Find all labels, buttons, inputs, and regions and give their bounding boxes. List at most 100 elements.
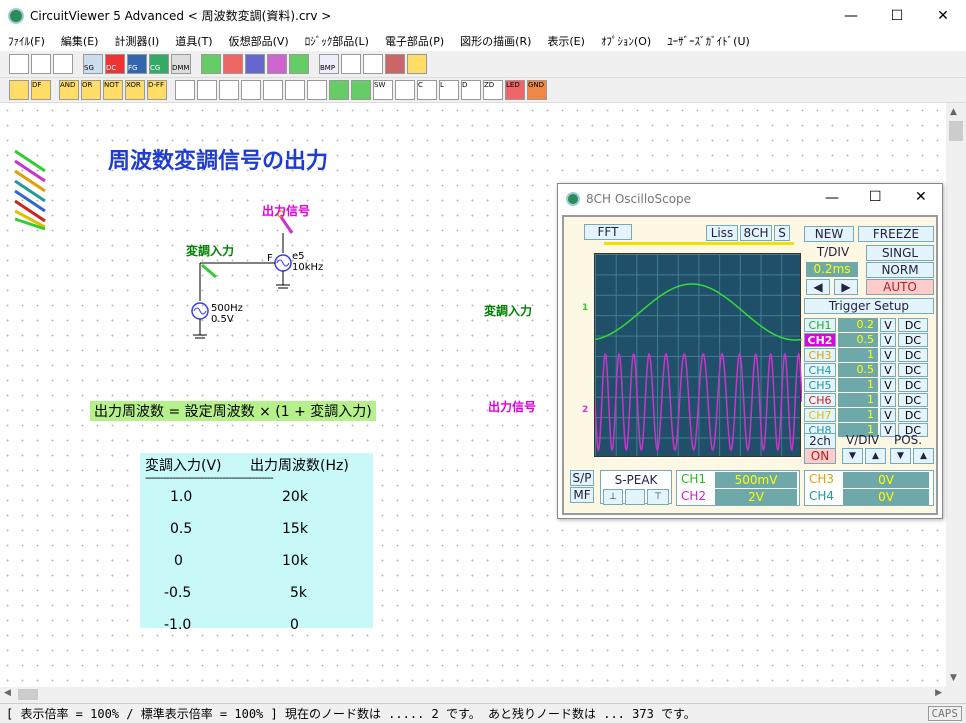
vertical-scroll-thumb[interactable]	[949, 121, 963, 141]
mf-button[interactable]: MF	[570, 487, 594, 503]
channel-coupling-button[interactable]: DC	[898, 363, 928, 377]
transistor-npn-icon[interactable]	[197, 80, 217, 100]
help-icon[interactable]	[385, 54, 405, 74]
menu-logic-parts[interactable]: ﾛｼﾞｯｸ部品(L)	[297, 33, 377, 49]
channel-v-button[interactable]: V	[880, 363, 896, 377]
capacitor-icon[interactable]: C	[417, 80, 437, 100]
transistor-pnp-icon[interactable]	[219, 80, 239, 100]
df-icon[interactable]: DF	[31, 80, 51, 100]
flipflop-icon[interactable]	[9, 80, 29, 100]
scope-minimize-button[interactable]: —	[825, 190, 839, 206]
fet-n-icon[interactable]	[241, 80, 261, 100]
liss-button[interactable]: Liss	[706, 225, 738, 241]
vdiv-down-button[interactable]: ▼	[842, 448, 863, 464]
fft-button[interactable]: FFT	[584, 224, 632, 240]
sp-button[interactable]: S/P	[570, 470, 594, 486]
menu-virtual-parts[interactable]: 仮想部品(V)	[221, 33, 297, 49]
channel-coupling-button[interactable]: DC	[898, 348, 928, 362]
diode-icon[interactable]: D	[461, 80, 481, 100]
vertical-scrollbar[interactable]: ▲ ▼	[946, 103, 966, 687]
bmp-icon[interactable]: BMP	[319, 54, 339, 74]
zener-icon[interactable]: ZD	[483, 80, 503, 100]
switch-icon[interactable]: SW	[373, 80, 393, 100]
norm-button[interactable]: NORM	[866, 262, 934, 278]
channel-v-button[interactable]: V	[880, 408, 896, 422]
fet-p-icon[interactable]	[263, 80, 283, 100]
on-button[interactable]: ON	[804, 448, 836, 464]
scroll-down-icon[interactable]: ▼	[950, 673, 957, 683]
tdiv-right-button[interactable]: ▶	[834, 279, 858, 295]
auto-button[interactable]: AUTO	[866, 279, 934, 295]
and-gate-icon[interactable]: AND	[59, 80, 79, 100]
menu-users-guide[interactable]: ﾕｰｻﾞｰｽﾞｶﾞｲﾄﾞ(U)	[659, 33, 758, 49]
resistor-icon[interactable]	[395, 80, 415, 100]
dc-icon[interactable]: DC	[105, 54, 125, 74]
menu-edit[interactable]: 編集(E)	[53, 33, 107, 49]
time-position-slider[interactable]	[604, 242, 794, 245]
gnd-icon[interactable]: GND	[527, 80, 547, 100]
mosfet-icon[interactable]	[285, 80, 305, 100]
scope-close-button[interactable]: ✕	[915, 189, 927, 205]
probe-green-icon[interactable]	[289, 54, 309, 74]
dff-icon[interactable]: D-FF	[147, 80, 167, 100]
channel-coupling-button[interactable]: DC	[898, 378, 928, 392]
channel-v-button[interactable]: V	[880, 333, 896, 347]
trigger-setup-button[interactable]: Trigger Setup	[804, 298, 934, 314]
cg-icon[interactable]: CG	[149, 54, 169, 74]
channel-name-button[interactable]: CH7	[804, 408, 836, 422]
menu-instruments[interactable]: 計測器(I)	[106, 33, 167, 49]
print-icon[interactable]	[341, 54, 361, 74]
relay-icon[interactable]	[329, 80, 349, 100]
sg-icon[interactable]: SG	[83, 54, 103, 74]
channel-name-button[interactable]: CH6	[804, 393, 836, 407]
trigger-none-button[interactable]	[625, 489, 645, 505]
close-button[interactable]: ✕	[920, 0, 966, 31]
singl-button[interactable]: SINGL	[866, 245, 934, 261]
tools-icon[interactable]	[363, 54, 383, 74]
scroll-left-icon[interactable]: ◀	[4, 688, 11, 698]
freeze-button[interactable]: FREEZE	[858, 226, 934, 242]
probe-icon[interactable]	[201, 54, 221, 74]
led-icon[interactable]: LED	[505, 80, 525, 100]
probe-red-icon[interactable]	[223, 54, 243, 74]
probe-magenta-icon[interactable]	[267, 54, 287, 74]
pos-down-button[interactable]: ▼	[890, 448, 911, 464]
channel-v-button[interactable]: V	[880, 348, 896, 362]
menu-tools[interactable]: 道具(T)	[167, 33, 220, 49]
channel-v-button[interactable]: V	[880, 318, 896, 332]
channel-coupling-button[interactable]: DC	[898, 393, 928, 407]
menu-options[interactable]: ｵﾌﾟｼｮﾝ(O)	[593, 33, 659, 49]
save-icon[interactable]	[53, 54, 73, 74]
oscilloscope-window[interactable]: 8CH OscilloScope — ☐ ✕ FFT Liss 8CH S 1 …	[557, 183, 943, 519]
menu-draw-shapes[interactable]: 図形の描画(R)	[452, 33, 539, 49]
8ch-button[interactable]: 8CH	[740, 225, 772, 241]
maximize-button[interactable]: ☐	[874, 0, 920, 31]
channel-name-button[interactable]: CH4	[804, 363, 836, 377]
channel-name-button[interactable]: CH5	[804, 378, 836, 392]
guide-icon[interactable]	[407, 54, 427, 74]
trigger-rise-button[interactable]: ⊥	[603, 489, 623, 505]
menu-file[interactable]: ﾌｧｲﾙ(F)	[0, 33, 53, 49]
new-file-icon[interactable]	[9, 54, 29, 74]
scope-maximize-button[interactable]: ☐	[869, 189, 882, 205]
s-button[interactable]: S	[774, 225, 790, 241]
menu-electronic-parts[interactable]: 電子部品(P)	[377, 33, 452, 49]
or-gate-icon[interactable]: OR	[81, 80, 101, 100]
tdiv-left-button[interactable]: ◀	[806, 279, 830, 295]
channel-v-button[interactable]: V	[880, 393, 896, 407]
trigger-fall-button[interactable]: ⊤	[647, 489, 669, 505]
vdiv-up-button[interactable]: ▲	[865, 448, 886, 464]
menu-view[interactable]: 表示(E)	[539, 33, 593, 49]
xor-gate-icon[interactable]: XOR	[125, 80, 145, 100]
horizontal-scroll-thumb[interactable]	[18, 689, 38, 700]
channel-coupling-button[interactable]: DC	[898, 318, 928, 332]
scroll-right-icon[interactable]: ▶	[935, 688, 942, 698]
scroll-up-icon[interactable]: ▲	[950, 107, 957, 117]
pos-up-button[interactable]: ▲	[913, 448, 934, 464]
probe-blue-icon[interactable]	[245, 54, 265, 74]
channel-coupling-button[interactable]: DC	[898, 333, 928, 347]
not-gate-icon[interactable]: NOT	[103, 80, 123, 100]
regulator-icon[interactable]	[351, 80, 371, 100]
new-button[interactable]: NEW	[804, 226, 854, 242]
horizontal-scrollbar[interactable]: ◀ ▶	[0, 687, 946, 702]
